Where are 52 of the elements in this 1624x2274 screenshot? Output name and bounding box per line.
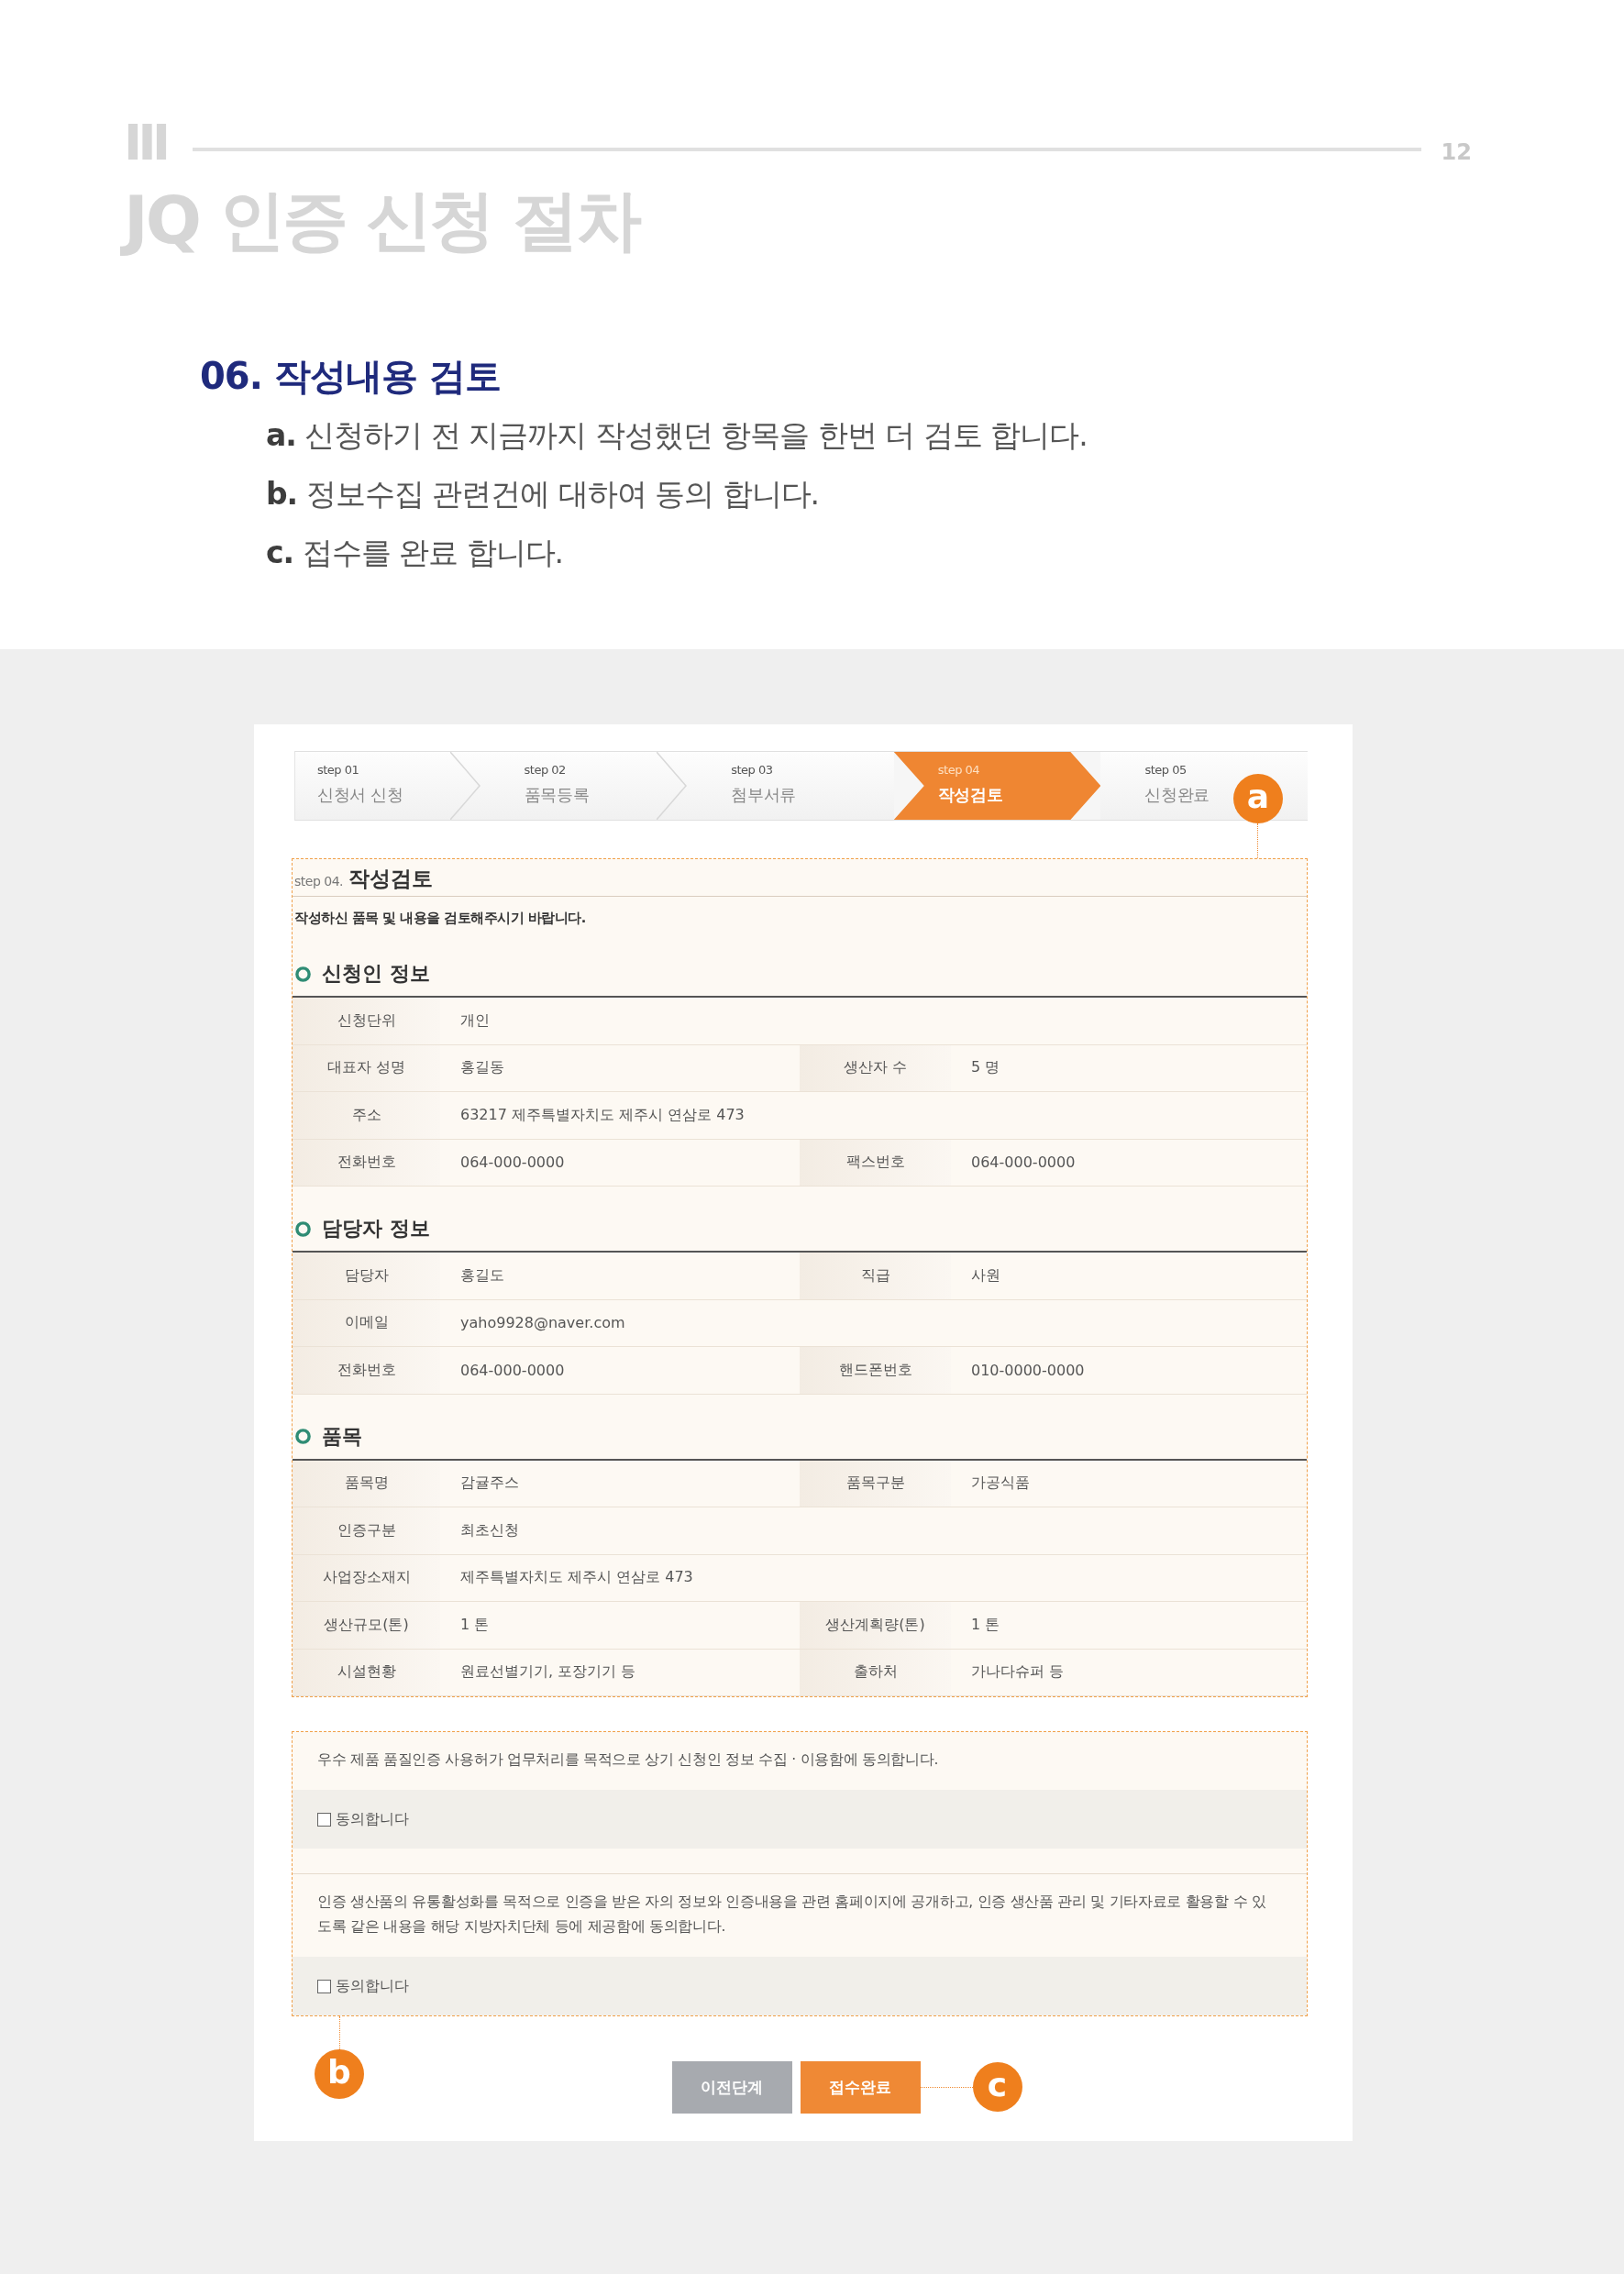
field-value: 010-0000-0000 [970,1360,1086,1381]
callout-badge: c [972,2062,1022,2112]
checkbox[interactable] [317,1979,331,1993]
ring-icon [295,1220,311,1237]
field-value: 가나다슈퍼 등 [970,1661,1066,1683]
field-value: 원료선별기기, 포장기기 등 [459,1661,637,1683]
field-value: 제주특별자치도 제주시 연삼로 473 [459,1567,694,1588]
field-value: 63217 제주특별자치도 제주시 연삼로 473 [459,1104,746,1125]
instruction-item: a. 신청하기 전 지금까지 작성했던 항목을 한번 더 검토 합니다. [266,416,1088,455]
callout-badge: b [315,2049,364,2099]
agree-label[interactable]: 동의합니다 [336,1976,409,1996]
field-value: 064-000-0000 [459,1360,566,1381]
step-label: 신청완료 [1144,785,1210,806]
checkbox[interactable] [317,1812,331,1827]
section-title: 품목 [322,1423,362,1450]
leader-line [920,2086,973,2088]
step-number: step 04 [937,762,980,778]
step-label: 신청서 신청 [317,785,403,806]
ring-icon [295,966,311,982]
panel-title: 작성검토 [348,866,433,892]
step-number: step 03 [731,762,773,778]
field-value: 064-000-0000 [459,1153,566,1174]
section-title: 담당자 정보 [322,1216,430,1242]
agree-label[interactable]: 동의합니다 [336,1809,409,1829]
field-value: yaho9928@naver.com [459,1313,626,1334]
step-number: step 01 [317,762,359,778]
field-value: 5 명 [970,1057,1001,1078]
step-number: step 04. [294,874,343,889]
field-value: 개인 [459,1010,491,1031]
field-value: 감귤주스 [459,1473,520,1494]
step-label: 작성검토 [937,785,1003,806]
field-value: 064-000-0000 [970,1153,1077,1174]
ring-icon [295,1429,311,1444]
field-value: 1 톤 [970,1614,1001,1635]
section-title: 신청인 정보 [322,961,430,987]
field-value: 홍길도 [459,1264,505,1286]
field-value: 1 톤 [459,1614,491,1635]
leader-line [339,2016,340,2049]
step-number: step 05 [1144,762,1187,778]
field-value: 홍길동 [459,1057,505,1078]
step-label: 품목등록 [524,785,590,806]
instruction-item: c. 접수를 완료 합니다. [266,534,564,572]
instruction-item: b. 정보수집 관련건에 대하여 동의 합니다. [266,475,820,513]
consent-text: 우수 제품 품질인증 사용허가 업무처리를 목적으로 상기 신청인 정보 수집 · 이용함에 동의합니다. [316,1750,940,1770]
field-value: 가공식품 [970,1473,1031,1494]
step-number: step 02 [524,762,566,778]
section-heading: 06. 작성내용 검토 [200,354,501,398]
field-value: 최초신청 [459,1519,520,1540]
consent-text: 인증 생산품의 유통활성화를 목적으로 인증을 받은 자의 정보와 인증내용을 관련 홈페이지에 공개하고, 인증 생산품 관리 및 기타자료로 활용할 수 있도록 같은 내용을 해당 지방자치단체 등에 제공함에 동의합니다. [316,1893,1267,1937]
field-value: 사원 [970,1264,1001,1286]
step-label: 첨부서류 [731,785,796,806]
instruction-text: 작성하신 품목 및 내용을 검토해주시기 바랍니다. [294,910,586,927]
